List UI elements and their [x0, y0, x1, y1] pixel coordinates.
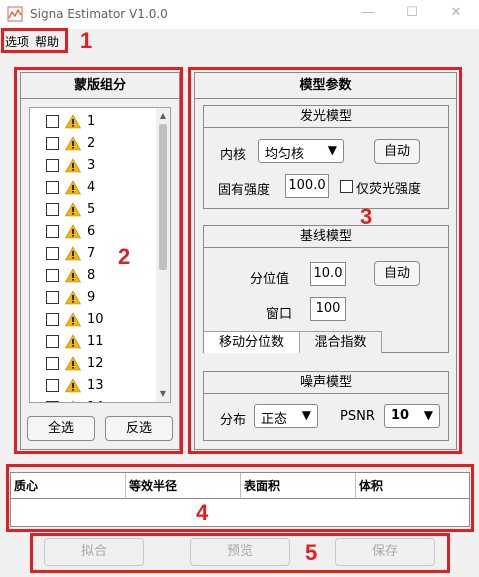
annotation-box-5: [30, 533, 450, 573]
annotation-label-2: 2: [118, 244, 131, 269]
app-logo-icon: [7, 6, 23, 22]
minimize-icon[interactable]: —: [360, 5, 376, 21]
annotation-label-4: 4: [196, 500, 209, 525]
annotation-label-1: 1: [80, 28, 93, 53]
close-icon[interactable]: ✕: [448, 5, 464, 21]
annotation-box-2: [14, 67, 183, 454]
title-bar: Signa Estimator V1.0.0 — ☐ ✕: [0, 0, 479, 29]
annotation-label-5: 5: [305, 540, 318, 565]
menu-bar: 选项 帮助: [0, 29, 479, 51]
maximize-icon[interactable]: ☐: [404, 5, 420, 21]
annotation-box-3: [188, 67, 462, 454]
annotation-box-1: [1, 28, 68, 53]
annotation-box-4: [6, 464, 474, 532]
annotation-label-3: 3: [360, 204, 373, 229]
window-title: Signa Estimator V1.0.0: [30, 7, 168, 21]
